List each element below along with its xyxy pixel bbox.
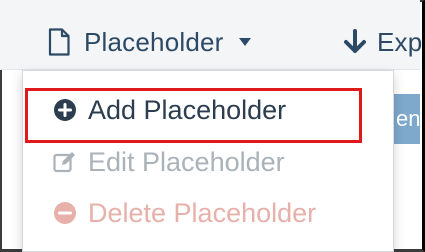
menu-item-add-label: Add Placeholder <box>88 94 287 125</box>
menu-item-edit-placeholder[interactable]: Edit Placeholder <box>23 137 393 187</box>
placeholder-menu-label: Placeholder <box>84 26 224 57</box>
background-button-label: ene <box>396 106 420 131</box>
background-button-partial[interactable]: ene <box>394 94 420 144</box>
edit-icon <box>53 152 75 173</box>
file-icon <box>48 28 70 56</box>
download-arrow-icon <box>344 29 366 53</box>
placeholder-menu-button[interactable]: Placeholder <box>48 20 252 64</box>
menu-item-add-placeholder[interactable]: Add Placeholder <box>23 85 393 135</box>
plus-circle-icon <box>54 99 76 121</box>
export-button[interactable]: Exp <box>343 20 422 64</box>
toolbar: Placeholder Exp <box>0 0 422 70</box>
export-label: Exp <box>377 26 423 57</box>
minus-circle-icon <box>54 202 76 224</box>
menu-item-delete-label: Delete Placeholder <box>88 197 317 228</box>
placeholder-dropdown-menu: Add Placeholder Edit Placeholder Delete … <box>22 70 394 252</box>
caret-down-icon <box>238 38 251 46</box>
menu-item-edit-label: Edit Placeholder <box>88 146 285 177</box>
menu-item-delete-placeholder[interactable]: Delete Placeholder <box>23 188 393 238</box>
